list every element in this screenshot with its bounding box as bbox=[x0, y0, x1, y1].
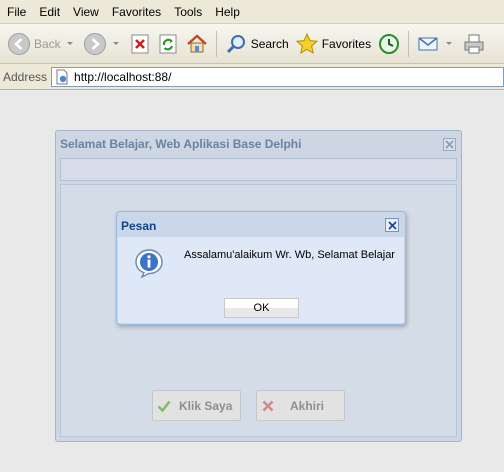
refresh-button[interactable] bbox=[154, 28, 182, 60]
mail-dropdown-icon[interactable] bbox=[446, 42, 453, 45]
back-arrow-icon bbox=[7, 32, 31, 56]
menu-file[interactable]: File bbox=[2, 1, 34, 23]
forward-dropdown-icon[interactable] bbox=[112, 42, 119, 45]
print-icon bbox=[462, 32, 486, 56]
akhiri-label: Akhiri bbox=[290, 398, 325, 413]
menu-view[interactable]: View bbox=[68, 1, 107, 23]
cross-icon bbox=[262, 400, 274, 412]
search-icon bbox=[224, 32, 248, 56]
address-bar: Address http://localhost:88/ bbox=[0, 64, 504, 90]
dialog-close-button[interactable] bbox=[385, 218, 399, 232]
favorites-button[interactable]: Favorites bbox=[292, 28, 374, 60]
back-button[interactable]: Back bbox=[4, 28, 80, 60]
history-icon bbox=[377, 32, 401, 56]
klik-saya-label: Klik Saya bbox=[179, 398, 233, 413]
mail-icon bbox=[416, 32, 440, 56]
forward-button[interactable] bbox=[80, 28, 126, 60]
address-label: Address bbox=[3, 69, 48, 84]
toolbar-separator-2 bbox=[408, 30, 410, 57]
home-icon bbox=[185, 32, 209, 56]
toolbar: Back Search Favorites bbox=[0, 24, 504, 64]
dialog-message: Assalamu'alaikum Wr. Wb, Selamat Belajar bbox=[184, 249, 395, 261]
check-icon bbox=[157, 399, 171, 413]
favorites-star-icon bbox=[295, 32, 319, 56]
klik-saya-button[interactable]: Klik Saya bbox=[152, 390, 241, 421]
page-content: Selamat Belajar, Web Aplikasi Base Delph… bbox=[0, 90, 504, 472]
home-button[interactable] bbox=[182, 28, 212, 60]
page-icon bbox=[54, 69, 70, 85]
favorites-label: Favorites bbox=[321, 36, 372, 51]
stop-button[interactable] bbox=[126, 28, 154, 60]
address-url: http://localhost:88/ bbox=[74, 69, 172, 84]
close-icon bbox=[387, 220, 397, 230]
menu-tools[interactable]: Tools bbox=[169, 1, 210, 23]
akhiri-button[interactable]: Akhiri bbox=[256, 390, 345, 421]
dialog-title: Pesan bbox=[121, 219, 157, 233]
message-dialog: Pesan Assalamu'alaikum Wr. Wb, Selamat B… bbox=[116, 211, 406, 325]
main-window-close-button[interactable] bbox=[443, 138, 456, 151]
forward-arrow-icon bbox=[83, 32, 107, 56]
stop-icon bbox=[129, 33, 151, 55]
menu-bar: File Edit View Favorites Tools Help bbox=[0, 0, 504, 24]
history-button[interactable] bbox=[374, 28, 404, 60]
menu-edit[interactable]: Edit bbox=[34, 1, 68, 23]
menu-favorites[interactable]: Favorites bbox=[107, 1, 169, 23]
search-button[interactable]: Search bbox=[221, 28, 292, 60]
menu-help[interactable]: Help bbox=[210, 1, 248, 23]
mail-button[interactable] bbox=[413, 28, 459, 60]
back-label: Back bbox=[34, 36, 61, 51]
toolbar-separator bbox=[215, 30, 217, 57]
ok-button[interactable]: OK bbox=[224, 298, 299, 318]
main-window-toolbar bbox=[60, 158, 457, 181]
info-icon bbox=[133, 247, 165, 279]
print-button[interactable] bbox=[459, 28, 489, 60]
dialog-body: Assalamu'alaikum Wr. Wb, Selamat Belajar… bbox=[118, 237, 404, 323]
main-window-title: Selamat Belajar, Web Aplikasi Base Delph… bbox=[60, 137, 302, 151]
address-input[interactable]: http://localhost:88/ bbox=[51, 66, 504, 87]
close-icon bbox=[445, 140, 454, 149]
refresh-icon bbox=[157, 33, 179, 55]
back-dropdown-icon[interactable] bbox=[66, 42, 73, 45]
ok-label: OK bbox=[253, 302, 270, 314]
search-label: Search bbox=[250, 36, 289, 51]
